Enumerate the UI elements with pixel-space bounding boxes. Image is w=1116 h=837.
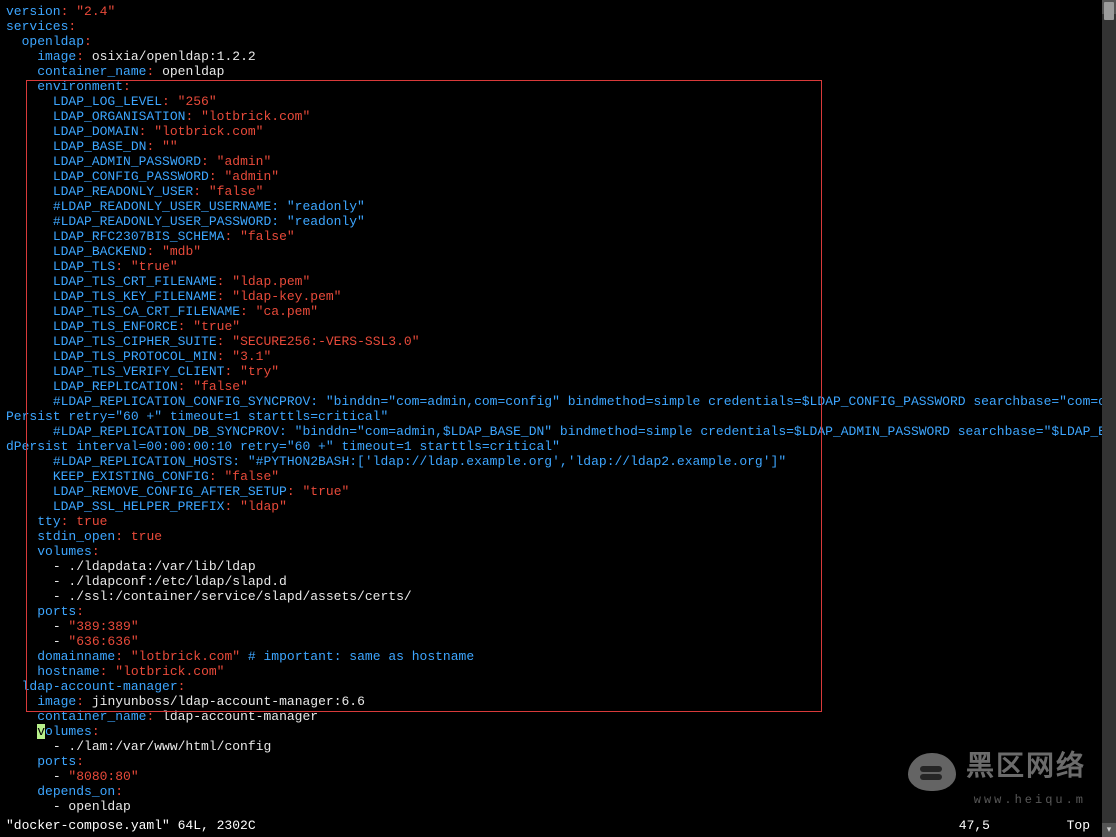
scroll-down-arrow[interactable]: ▾ [1102, 823, 1116, 837]
text-editor-content[interactable]: version: "2.4" services: openldap: image… [6, 4, 1110, 814]
scrollbar-thumb[interactable] [1104, 2, 1114, 20]
vertical-scrollbar[interactable]: ▴ ▾ [1102, 0, 1116, 837]
status-file: "docker-compose.yaml" 64L, 2302C [6, 818, 256, 833]
status-scroll: Top [1067, 818, 1090, 833]
vim-status-bar: "docker-compose.yaml" 64L, 2302C 47,5 To… [6, 818, 1110, 833]
status-cursor-position: 47,5 [959, 818, 990, 833]
